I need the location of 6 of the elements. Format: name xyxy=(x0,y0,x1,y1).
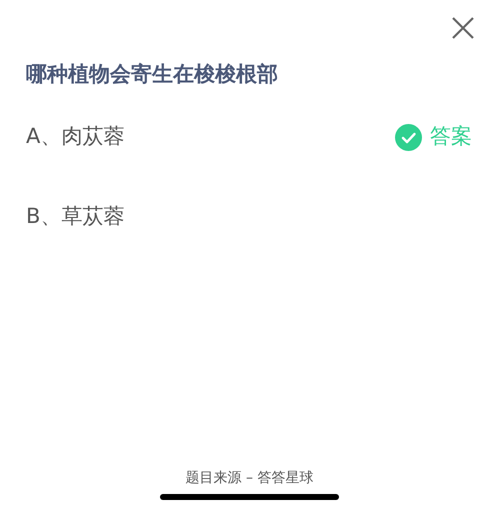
question-title: 哪种植物会寄生在梭梭根部 xyxy=(26,61,278,88)
close-icon[interactable] xyxy=(451,16,475,40)
source-caption: 题目来源 – 答答星球 xyxy=(186,469,314,488)
answer-label: 答案 xyxy=(430,123,472,150)
option-text[interactable]: B、草苁蓉 xyxy=(26,201,124,233)
option-text[interactable]: A、肉苁蓉 xyxy=(26,121,124,153)
